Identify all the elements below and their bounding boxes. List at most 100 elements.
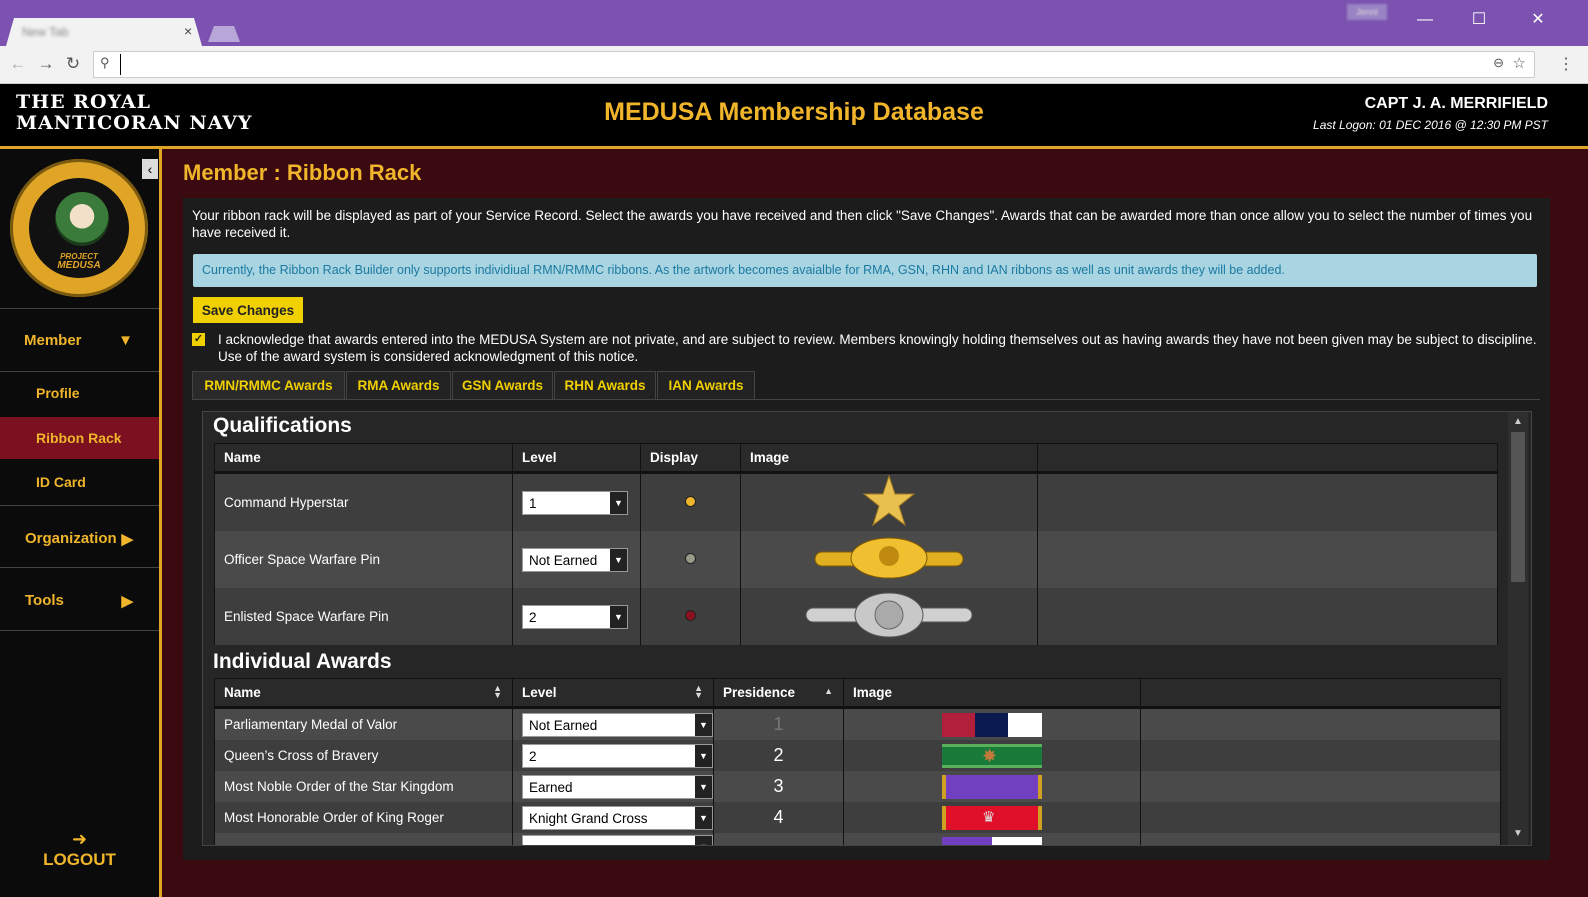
tab-rhn-awards[interactable]: RHN Awards bbox=[554, 371, 656, 399]
award-name: Officer Space Warfare Pin bbox=[214, 531, 513, 588]
browser-tab[interactable]: New Tab × bbox=[6, 18, 202, 46]
profile-badge[interactable]: Jenni bbox=[1347, 4, 1387, 20]
maximize-icon[interactable]: ☐ bbox=[1464, 10, 1494, 30]
last-logon: Last Logon: 01 DEC 2016 @ 12:30 PM PST bbox=[1313, 118, 1548, 132]
browser-titlebar: New Tab × Jenni — ☐ ✕ bbox=[0, 0, 1588, 46]
level-select[interactable]: Earned ▼ bbox=[522, 774, 713, 799]
ribbon-image bbox=[942, 712, 1042, 737]
gold-warfare-pin-icon bbox=[814, 537, 964, 579]
seal-center: PROJECT MEDUSA bbox=[26, 175, 132, 281]
display-radio[interactable] bbox=[685, 610, 696, 621]
address-bar[interactable]: ⚲ ⊖ ☆ bbox=[93, 51, 1535, 78]
awards-scroll-area[interactable]: Qualifications Name Level Display Image … bbox=[202, 411, 1532, 846]
qualifications-title: Qualifications bbox=[213, 414, 352, 437]
award-image bbox=[843, 707, 1141, 740]
level-select[interactable]: 2 ▼ bbox=[522, 604, 628, 629]
individual-awards-table: Name ▲ ▼ Level ▲ ▼ Presidence ▲ Image Parliam… bbox=[214, 678, 1501, 845]
table-row: Enlisted Space Warfare Pin 2 ▼ bbox=[214, 588, 1498, 645]
url-input[interactable] bbox=[120, 54, 1475, 75]
level-select[interactable]: Not Earned ▼ bbox=[522, 547, 628, 572]
chevron-down-icon: ▼ bbox=[695, 836, 712, 845]
column-header-name[interactable]: Name ▲ ▼ bbox=[214, 678, 513, 709]
scroll-thumb[interactable] bbox=[1511, 432, 1525, 582]
sidebar-item-label: Organization bbox=[25, 530, 117, 547]
scroll-up-icon[interactable]: ▲ bbox=[1508, 416, 1528, 427]
tab-close-icon[interactable]: × bbox=[184, 23, 192, 39]
logout-button[interactable]: ➜ LOGOUT bbox=[0, 829, 159, 870]
seal-text: PROJECT MEDUSA bbox=[57, 252, 101, 271]
search-icon: ⚲ bbox=[100, 55, 110, 70]
forward-icon[interactable]: → bbox=[36, 54, 56, 74]
sidebar-item-tools[interactable]: Tools ▶ bbox=[0, 592, 159, 610]
sidebar-item-id-card[interactable]: ID Card bbox=[0, 474, 159, 490]
table-row: Most Noble Order of the Star Kingdom Ear… bbox=[214, 771, 1501, 802]
award-name: Most Noble Order of the Star Kingdom bbox=[214, 771, 513, 802]
tab-rmn-rmmc-awards[interactable]: RMN/RMMC Awards bbox=[192, 371, 345, 399]
level-select[interactable]: ▼ bbox=[522, 835, 713, 845]
sidebar-item-label: Profile bbox=[36, 385, 80, 401]
acknowledge-checkbox[interactable]: ✓ bbox=[192, 333, 205, 346]
precedence-value: 2 bbox=[713, 740, 844, 771]
award-name: Parliamentary Medal of Valor bbox=[214, 707, 513, 740]
browser-menu-icon[interactable]: ⋮ bbox=[1558, 54, 1574, 74]
sidebar-item-ribbon-rack[interactable]: Ribbon Rack bbox=[0, 417, 159, 459]
award-image bbox=[843, 771, 1141, 802]
table-row: Most Honorable Order of King Roger Knigh… bbox=[214, 802, 1501, 833]
sidebar-item-organization[interactable]: Organization ▶ bbox=[0, 530, 159, 548]
zoom-icon[interactable]: ⊖ bbox=[1493, 55, 1504, 71]
tab-rma-awards[interactable]: RMA Awards bbox=[346, 371, 451, 399]
scroll-down-icon[interactable]: ▼ bbox=[1508, 828, 1528, 839]
qualifications-table: Name Level Display Image Command Hyperst… bbox=[214, 443, 1498, 645]
table-row: Queen’s Cross of Bravery 2 ▼ 2 ✸ bbox=[214, 740, 1501, 771]
ribbon-rack-panel: Your ribbon rack will be displayed as pa… bbox=[183, 198, 1550, 860]
chevron-right-icon: ▶ bbox=[121, 593, 133, 610]
logout-label: LOGOUT bbox=[43, 850, 116, 869]
individual-awards-title: Individual Awards bbox=[213, 650, 392, 673]
reload-icon[interactable]: ↻ bbox=[63, 54, 83, 74]
chevron-down-icon: ▼ bbox=[610, 491, 627, 514]
sidebar-item-label: ID Card bbox=[36, 474, 86, 490]
ribbon-image: ✸ bbox=[942, 743, 1042, 768]
sidebar-item-profile[interactable]: Profile bbox=[0, 385, 159, 401]
precedence-value: 1 bbox=[713, 707, 844, 740]
level-select[interactable]: Not Earned ▼ bbox=[522, 712, 713, 737]
column-header-level[interactable]: Level ▲ ▼ bbox=[512, 678, 714, 709]
close-icon[interactable]: ✕ bbox=[1523, 10, 1553, 30]
tab-gsn-awards[interactable]: GSN Awards bbox=[452, 371, 553, 399]
medusa-face-icon bbox=[55, 192, 109, 246]
info-alert: Currently, the Ribbon Rack Builder only … bbox=[193, 254, 1537, 287]
sidebar-item-label: Ribbon Rack bbox=[36, 430, 122, 446]
precedence-value: 4 bbox=[713, 802, 844, 833]
chevron-down-icon: ▼ bbox=[610, 605, 627, 628]
tab-ian-awards[interactable]: IAN Awards bbox=[657, 371, 755, 399]
column-header-level[interactable]: Level bbox=[512, 443, 641, 474]
collapse-sidebar-icon[interactable]: ‹ bbox=[142, 159, 158, 179]
vertical-scrollbar[interactable]: ▲ ▼ bbox=[1508, 412, 1528, 845]
column-header-precedence[interactable]: Presidence ▲ bbox=[713, 678, 844, 709]
logout-icon: ➜ bbox=[71, 829, 88, 849]
column-header-display[interactable]: Display bbox=[640, 443, 741, 474]
new-tab-button[interactable] bbox=[208, 26, 240, 42]
level-select[interactable]: Knight Grand Cross ▼ bbox=[522, 805, 713, 830]
browser-toolbar: ← → ↻ ⚲ ⊖ ☆ ⋮ bbox=[0, 46, 1588, 84]
table-row: Officer Space Warfare Pin Not Earned ▼ bbox=[214, 531, 1498, 588]
sidebar-item-label: Member bbox=[24, 332, 82, 349]
table-row: Command Hyperstar 1 ▼ bbox=[214, 472, 1498, 531]
chevron-down-icon: ▼ bbox=[695, 775, 712, 798]
device-star-icon: ✸ bbox=[982, 745, 998, 766]
display-radio[interactable] bbox=[685, 553, 696, 564]
column-header-name[interactable]: Name bbox=[214, 443, 513, 474]
acknowledgment-text: I acknowledge that awards entered into t… bbox=[218, 332, 1537, 364]
award-name: Queen’s Cross of Bravery bbox=[214, 740, 513, 771]
save-changes-button[interactable]: Save Changes bbox=[193, 297, 303, 323]
display-radio[interactable] bbox=[685, 496, 696, 507]
minimize-icon[interactable]: — bbox=[1410, 10, 1440, 30]
app-header: THE ROYAL MANTICORAN NAVY MEDUSA Members… bbox=[0, 84, 1588, 149]
back-icon[interactable]: ← bbox=[8, 54, 28, 74]
level-select[interactable]: 2 ▼ bbox=[522, 743, 713, 768]
crown-icon: ♛ bbox=[982, 808, 996, 826]
sidebar-item-member[interactable]: Member ▼ bbox=[0, 332, 159, 349]
bookmark-star-icon[interactable]: ☆ bbox=[1513, 54, 1526, 72]
page-title: Member : Ribbon Rack bbox=[183, 160, 422, 185]
level-select[interactable]: 1 ▼ bbox=[522, 490, 628, 515]
